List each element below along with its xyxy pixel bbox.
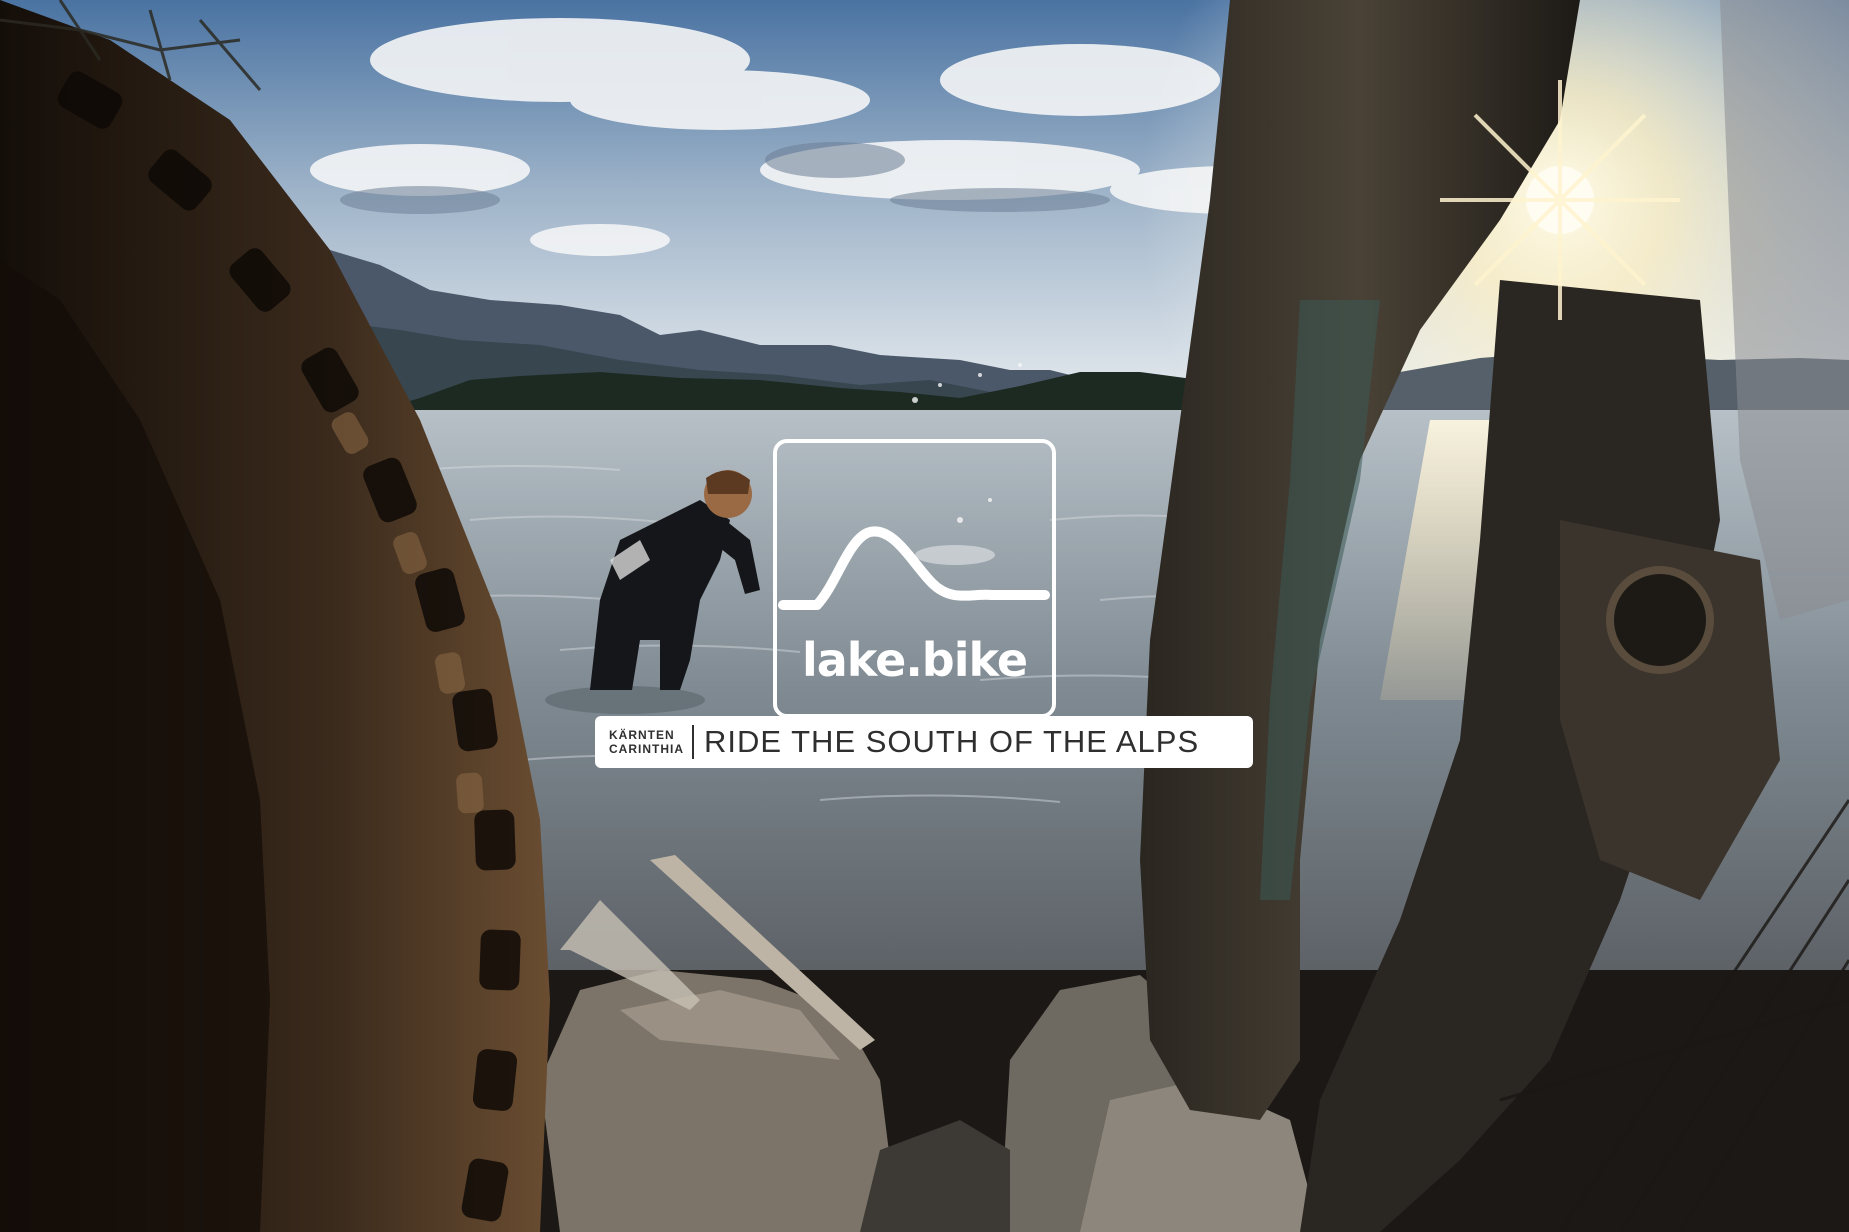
region-secondary: CARINTHIA [609, 742, 684, 756]
tagline-slogan: RIDE THE SOUTH OF THE ALPS [704, 724, 1200, 759]
photo-scene: lake.bike KÄRNTEN CARINTHIA RIDE THE SOU… [0, 0, 1849, 1232]
logo-wordmark: lake.bike [801, 633, 1028, 687]
region-primary: KÄRNTEN [609, 728, 675, 742]
bike-fork-right [1140, 0, 1849, 1232]
sun-flare [1440, 80, 1680, 320]
lake-bike-logo: lake.bike [773, 439, 1056, 718]
tagline-banner: KÄRNTEN CARINTHIA RIDE THE SOUTH OF THE … [595, 716, 1253, 768]
region-label: KÄRNTEN CARINTHIA [609, 725, 694, 759]
